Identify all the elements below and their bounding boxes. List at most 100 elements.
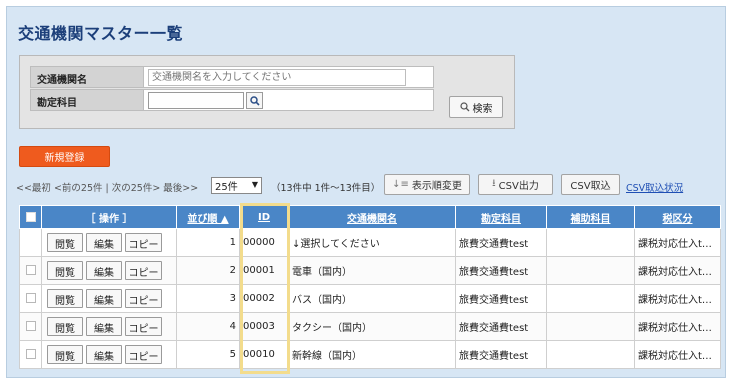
- row-select-cell: [19, 256, 42, 285]
- copy-button[interactable]: コピー: [125, 233, 162, 252]
- sort-icon: ↓≡: [392, 179, 409, 190]
- csv-export-button[interactable]: ⭳ CSV出力: [478, 174, 553, 195]
- edit-button[interactable]: 編集: [86, 345, 122, 364]
- table-row: 閲覧 編集 コピー 4 00003 タクシー（国内） 旅費交通費test 課税対応仕入t…: [19, 312, 721, 341]
- search-button[interactable]: 検索: [449, 96, 503, 118]
- account-label: 勘定科目: [30, 89, 144, 111]
- tax-cell: 課税対応仕入t…: [634, 312, 721, 341]
- account-cell: 旅費交通費test: [455, 256, 547, 285]
- id-cell: 00000: [239, 228, 289, 257]
- transport-name-input[interactable]: [148, 69, 406, 86]
- name-header[interactable]: 交通機関名: [288, 205, 456, 229]
- order-cell: 5: [176, 340, 240, 369]
- table-row: 閲覧 編集 コピー 1 00000 ↓選択してください 旅費交通費test 課税対応仕入t…: [19, 228, 721, 257]
- id-cell: 00002: [239, 284, 289, 313]
- name-cell: ↓選択してください: [288, 228, 456, 257]
- result-range: （13件中 1件〜13件目）: [271, 183, 381, 194]
- row-checkbox[interactable]: [25, 321, 36, 331]
- edit-button[interactable]: 編集: [86, 261, 122, 280]
- row-select-cell: [19, 340, 42, 369]
- id-cell: 00003: [239, 312, 289, 341]
- ops-header: ［ 操作 ］: [41, 205, 177, 229]
- order-cell: 4: [176, 312, 240, 341]
- search-icon: [249, 95, 260, 106]
- tax-cell: 課税対応仕入t…: [634, 340, 721, 369]
- edit-button[interactable]: 編集: [86, 317, 122, 336]
- edit-button[interactable]: 編集: [86, 289, 122, 308]
- order-cell: 2: [176, 256, 240, 285]
- account-cell: 旅費交通費test: [455, 284, 547, 313]
- page-title: 交通機関マスター一覧: [18, 24, 184, 43]
- sub-account-cell: [546, 256, 635, 285]
- edit-button[interactable]: 編集: [86, 233, 122, 252]
- new-register-button[interactable]: 新規登録: [19, 146, 110, 167]
- view-button[interactable]: 閲覧: [47, 289, 83, 308]
- sub-account-cell: [546, 284, 635, 313]
- reorder-button-label: 表示順変更: [411, 181, 462, 192]
- row-checkbox[interactable]: [25, 293, 36, 303]
- order-cell: 3: [176, 284, 240, 313]
- name-cell: バス（国内）: [288, 284, 456, 313]
- search-box: 交通機関名 勘定科目 検索: [19, 55, 515, 129]
- id-cell: 00001: [239, 256, 289, 285]
- name-label: 交通機関名: [30, 66, 144, 88]
- row-select-cell: [19, 312, 42, 341]
- account-header[interactable]: 勘定科目: [455, 205, 547, 229]
- select-all-header: [19, 205, 42, 229]
- row-checkbox[interactable]: [25, 349, 36, 359]
- row-select-cell: [19, 228, 42, 257]
- search-button-label: 検索: [472, 103, 493, 115]
- row-actions: 閲覧 編集 コピー: [41, 256, 177, 285]
- transport-table: ［ 操作 ］ 並び順 ▲ ID 交通機関名 勘定科目 補助科目 税区分 閲覧 編集…: [19, 205, 721, 369]
- view-button[interactable]: 閲覧: [47, 345, 83, 364]
- csv-export-label: CSV出力: [498, 181, 539, 192]
- sub-account-cell: [546, 228, 635, 257]
- account-lookup-button[interactable]: [246, 92, 263, 109]
- row-actions: 閲覧 編集 コピー: [41, 340, 177, 369]
- per-page-select[interactable]: 25件 ▼: [211, 177, 262, 194]
- name-cell: 新幹線（国内）: [288, 340, 456, 369]
- per-page-value: 25件: [215, 182, 238, 193]
- order-header[interactable]: 並び順 ▲: [176, 205, 240, 229]
- table-row: 閲覧 編集 コピー 2 00001 電車（国内） 旅費交通費test 課税対応仕入t…: [19, 256, 721, 285]
- account-input[interactable]: [148, 92, 244, 109]
- table-header-row: ［ 操作 ］ 並び順 ▲ ID 交通機関名 勘定科目 補助科目 税区分: [19, 205, 721, 229]
- row-select-cell: [19, 284, 42, 313]
- csv-status-link[interactable]: CSV取込状況: [626, 180, 683, 194]
- search-row-name: 交通機関名: [30, 66, 434, 88]
- table-row: 閲覧 編集 コピー 5 00010 新幹線（国内） 旅費交通費test 課税対応仕入t…: [19, 340, 721, 369]
- tax-cell: 課税対応仕入t…: [634, 284, 721, 313]
- row-checkbox[interactable]: [25, 265, 36, 275]
- copy-button[interactable]: コピー: [125, 289, 162, 308]
- select-all-checkbox[interactable]: [25, 211, 36, 222]
- chevron-down-icon: ▼: [251, 180, 258, 189]
- name-cell: タクシー（国内）: [288, 312, 456, 341]
- view-button[interactable]: 閲覧: [47, 317, 83, 336]
- account-cell: 旅費交通費test: [455, 312, 547, 341]
- tax-cell: 課税対応仕入t…: [634, 256, 721, 285]
- sub-account-cell: [546, 312, 635, 341]
- tax-header[interactable]: 税区分: [634, 205, 721, 229]
- view-button[interactable]: 閲覧: [47, 233, 83, 252]
- row-actions: 閲覧 編集 コピー: [41, 312, 177, 341]
- pagination[interactable]: <<最初 <前の25件 | 次の25件> 最後>>: [16, 178, 198, 196]
- order-cell: 1: [176, 228, 240, 257]
- copy-button[interactable]: コピー: [125, 317, 162, 336]
- account-cell: 旅費交通費test: [455, 228, 547, 257]
- name-cell: 電車（国内）: [288, 256, 456, 285]
- sub-account-cell: [546, 340, 635, 369]
- csv-import-button[interactable]: CSV取込: [561, 174, 620, 195]
- reorder-button[interactable]: ↓≡ 表示順変更: [384, 174, 470, 195]
- id-header[interactable]: ID: [239, 205, 289, 229]
- copy-button[interactable]: コピー: [125, 345, 162, 364]
- table-row: 閲覧 編集 コピー 3 00002 バス（国内） 旅費交通費test 課税対応仕入t…: [19, 284, 721, 313]
- search-icon: [459, 102, 469, 112]
- search-row-account: 勘定科目: [30, 89, 434, 111]
- view-button[interactable]: 閲覧: [47, 261, 83, 280]
- id-cell: 00010: [239, 340, 289, 369]
- download-icon: ⭳: [492, 178, 496, 189]
- sub-account-header[interactable]: 補助科目: [546, 205, 635, 229]
- row-actions: 閲覧 編集 コピー: [41, 228, 177, 257]
- row-actions: 閲覧 編集 コピー: [41, 284, 177, 313]
- copy-button[interactable]: コピー: [125, 261, 162, 280]
